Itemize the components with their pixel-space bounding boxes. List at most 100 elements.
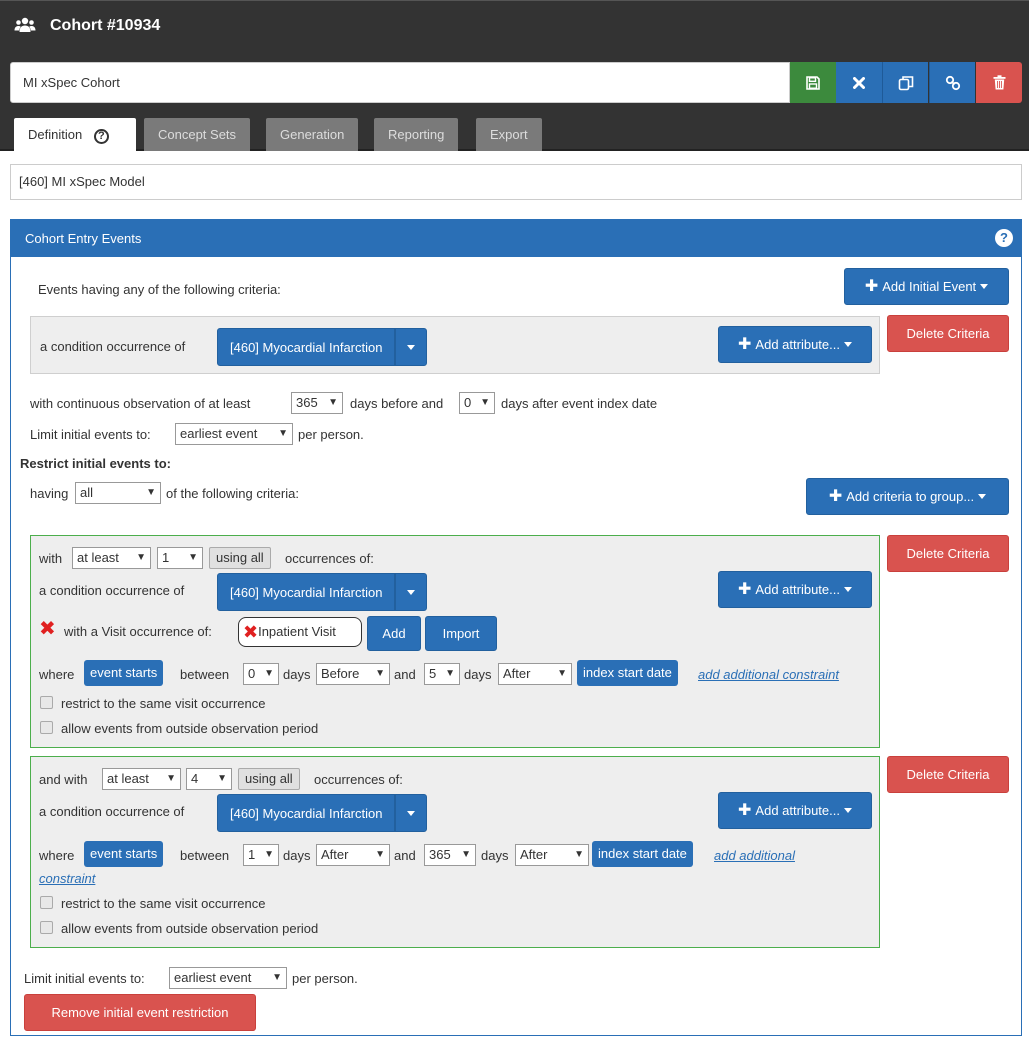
plus-icon: ✚ bbox=[738, 580, 752, 598]
offset2-select[interactable]: 365 ▼ bbox=[424, 844, 476, 866]
restrict-visit-checkbox[interactable] bbox=[40, 896, 53, 909]
delete-criteria-button[interactable]: Delete Criteria bbox=[887, 535, 1009, 572]
add-attribute-button[interactable]: ✚ Add attribute... bbox=[718, 792, 872, 829]
offset2-select[interactable]: 5 ▼ bbox=[424, 663, 460, 685]
caret-down-icon: ▼ bbox=[574, 849, 584, 860]
where-label: where bbox=[39, 848, 75, 863]
concept-selector[interactable]: [460] Myocardial Infarction bbox=[217, 794, 428, 832]
occurrences-label: occurrences of: bbox=[314, 772, 403, 787]
allow-outside-checkbox[interactable] bbox=[40, 721, 53, 734]
tab-concept-sets[interactable]: Concept Sets bbox=[144, 118, 251, 151]
caret-down-icon: ▼ bbox=[278, 428, 288, 439]
select-value: 0 bbox=[464, 395, 472, 410]
add-criteria-to-group-button[interactable]: ✚ Add criteria to group... bbox=[806, 478, 1009, 515]
relation2-select[interactable]: After ▼ bbox=[498, 663, 572, 685]
help-icon[interactable]: ? bbox=[93, 129, 109, 144]
caret-down-icon bbox=[843, 342, 852, 347]
cohort-name-input[interactable]: MI xSpec Cohort bbox=[10, 62, 790, 103]
limit-select[interactable]: earliest event ▼ bbox=[175, 423, 293, 445]
save-button[interactable] bbox=[790, 62, 836, 103]
obs-suffix: days after event index date bbox=[501, 396, 658, 411]
concept-dropdown[interactable] bbox=[395, 794, 428, 832]
index-start-date-button[interactable]: index start date bbox=[577, 660, 678, 686]
import-button[interactable]: Import bbox=[425, 616, 497, 651]
restrict-visit-checkbox[interactable] bbox=[40, 696, 53, 709]
offset1-select[interactable]: 1 ▼ bbox=[243, 844, 279, 866]
select-value: After bbox=[321, 847, 349, 862]
help-icon[interactable]: ? bbox=[995, 229, 1013, 247]
concept-label[interactable]: [460] Myocardial Infarction bbox=[217, 573, 396, 611]
qualifier-select[interactable]: at least ▼ bbox=[72, 547, 151, 569]
initial-criteria-box: a condition occurrence of [460] Myocardi… bbox=[30, 316, 880, 374]
caret-down-icon: ▼ bbox=[328, 397, 338, 408]
days-label: days bbox=[283, 667, 311, 682]
concept-selector[interactable]: [460] Myocardial Infarction bbox=[217, 328, 428, 366]
add-constraint-link[interactable]: add additional constraint bbox=[698, 667, 839, 682]
delete-cohort-button[interactable] bbox=[976, 62, 1022, 103]
tab-export[interactable]: Export bbox=[476, 118, 542, 151]
caret-down-icon: ▼ bbox=[272, 972, 282, 983]
occurrences-label: occurrences of: bbox=[285, 551, 374, 566]
obs-after-select[interactable]: 0 ▼ bbox=[459, 392, 495, 414]
button-label: Add attribute... bbox=[755, 337, 840, 352]
index-start-date-button[interactable]: index start date bbox=[592, 841, 693, 867]
qualifier-select[interactable]: at least ▼ bbox=[102, 768, 181, 790]
add-constraint-link[interactable]: add additional bbox=[714, 848, 795, 863]
count-select[interactable]: 4 ▼ bbox=[186, 768, 232, 790]
add-initial-event-button[interactable]: ✚ Add Initial Event bbox=[844, 268, 1009, 305]
visit-label: with a Visit occurrence of: bbox=[64, 624, 212, 639]
concept-dropdown[interactable] bbox=[395, 573, 428, 611]
relation1-select[interactable]: Before ▼ bbox=[316, 663, 390, 685]
add-button[interactable]: Add bbox=[367, 616, 421, 651]
remove-x-icon[interactable]: ✖ bbox=[39, 619, 56, 639]
close-button[interactable] bbox=[836, 62, 882, 103]
concept-selector[interactable]: [460] Myocardial Infarction bbox=[217, 573, 428, 611]
add-attribute-button[interactable]: ✚ Add attribute... bbox=[718, 326, 872, 363]
event-starts-button[interactable]: event starts bbox=[84, 660, 164, 686]
button-label: Add Initial Event bbox=[882, 279, 977, 294]
tab-reporting[interactable]: Reporting bbox=[374, 118, 459, 151]
remove-x-icon[interactable]: ✖ bbox=[243, 622, 258, 642]
days-label: days bbox=[464, 667, 492, 682]
model-name-input[interactable]: [460] MI xSpec Model bbox=[10, 164, 1022, 200]
limit-prefix: Limit initial events to: bbox=[30, 427, 151, 442]
caret-down-icon bbox=[843, 587, 852, 592]
delete-criteria-button[interactable]: Delete Criteria bbox=[887, 315, 1009, 352]
offset1-select[interactable]: 0 ▼ bbox=[243, 663, 279, 685]
tab-definition[interactable]: Definition ? bbox=[14, 118, 136, 151]
obs-mid: days before and bbox=[350, 396, 444, 411]
relation2-select[interactable]: After ▼ bbox=[515, 844, 589, 866]
using-all-button[interactable]: using all bbox=[238, 768, 300, 790]
tab-label: Definition bbox=[28, 127, 83, 142]
relation1-select[interactable]: After ▼ bbox=[316, 844, 390, 866]
panel-title: Cohort Entry Events bbox=[25, 231, 142, 246]
add-constraint-link-wrap[interactable]: constraint bbox=[39, 871, 95, 886]
using-all-button[interactable]: using all bbox=[209, 547, 271, 569]
restrict-title: Restrict initial events to: bbox=[20, 456, 171, 471]
delete-criteria-button[interactable]: Delete Criteria bbox=[887, 756, 1009, 793]
select-value: all bbox=[80, 485, 94, 500]
limit-prefix: Limit initial events to: bbox=[24, 971, 145, 986]
caret-down-icon: ▼ bbox=[166, 773, 176, 784]
select-value: earliest event bbox=[180, 426, 258, 441]
link-button[interactable] bbox=[929, 62, 975, 103]
event-starts-button[interactable]: event starts bbox=[84, 841, 164, 867]
plus-icon: ✚ bbox=[738, 801, 752, 819]
concept-dropdown[interactable] bbox=[395, 328, 428, 366]
allow-outside-checkbox[interactable] bbox=[40, 921, 53, 934]
copy-button[interactable] bbox=[882, 62, 928, 103]
obs-prefix: with continuous observation of at least bbox=[30, 396, 251, 411]
between-label: between bbox=[180, 667, 230, 682]
remove-restriction-button[interactable]: Remove initial event restriction bbox=[24, 994, 256, 1031]
obs-before-select[interactable]: 365 ▼ bbox=[291, 392, 343, 414]
limit-select[interactable]: earliest event ▼ bbox=[169, 967, 287, 989]
caret-down-icon bbox=[978, 494, 987, 499]
visit-concept-box[interactable]: ✖Inpatient Visit bbox=[238, 617, 362, 647]
concept-label[interactable]: [460] Myocardial Infarction bbox=[217, 794, 396, 832]
count-select[interactable]: 1 ▼ bbox=[157, 547, 203, 569]
select-value: After bbox=[520, 847, 548, 862]
concept-label[interactable]: [460] Myocardial Infarction bbox=[217, 328, 396, 366]
tab-generation[interactable]: Generation bbox=[266, 118, 359, 151]
having-select[interactable]: all ▼ bbox=[75, 482, 161, 504]
add-attribute-button[interactable]: ✚ Add attribute... bbox=[718, 571, 872, 608]
